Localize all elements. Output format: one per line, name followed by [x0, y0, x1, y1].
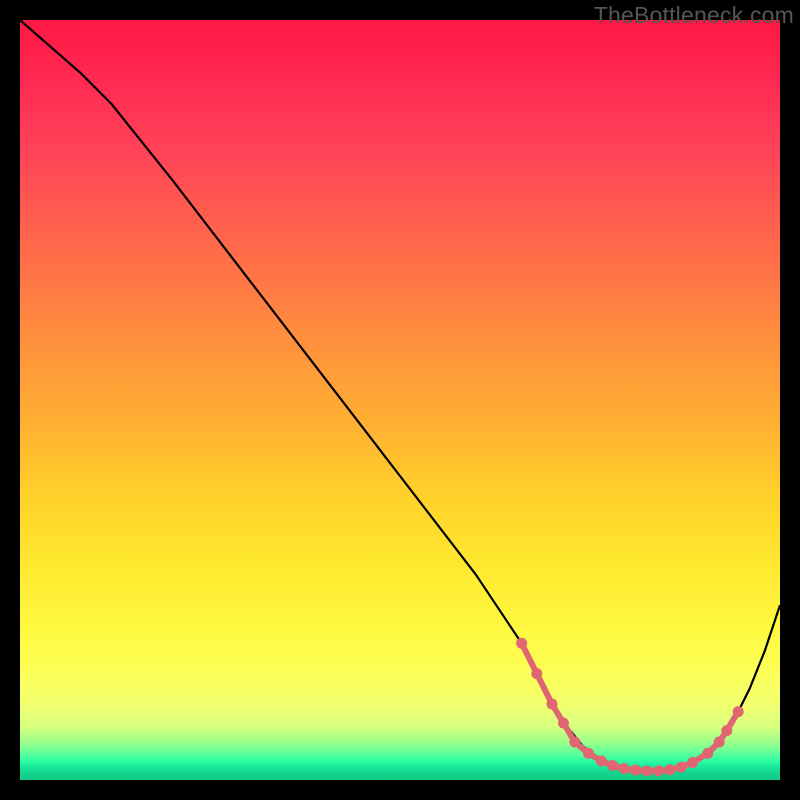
plot-area [20, 20, 780, 780]
highlighted-points [516, 638, 744, 777]
chart-svg [20, 20, 780, 780]
bottleneck-curve [20, 20, 780, 771]
chart-frame: TheBottleneck.com [0, 0, 800, 800]
watermark-text: TheBottleneck.com [594, 2, 794, 29]
